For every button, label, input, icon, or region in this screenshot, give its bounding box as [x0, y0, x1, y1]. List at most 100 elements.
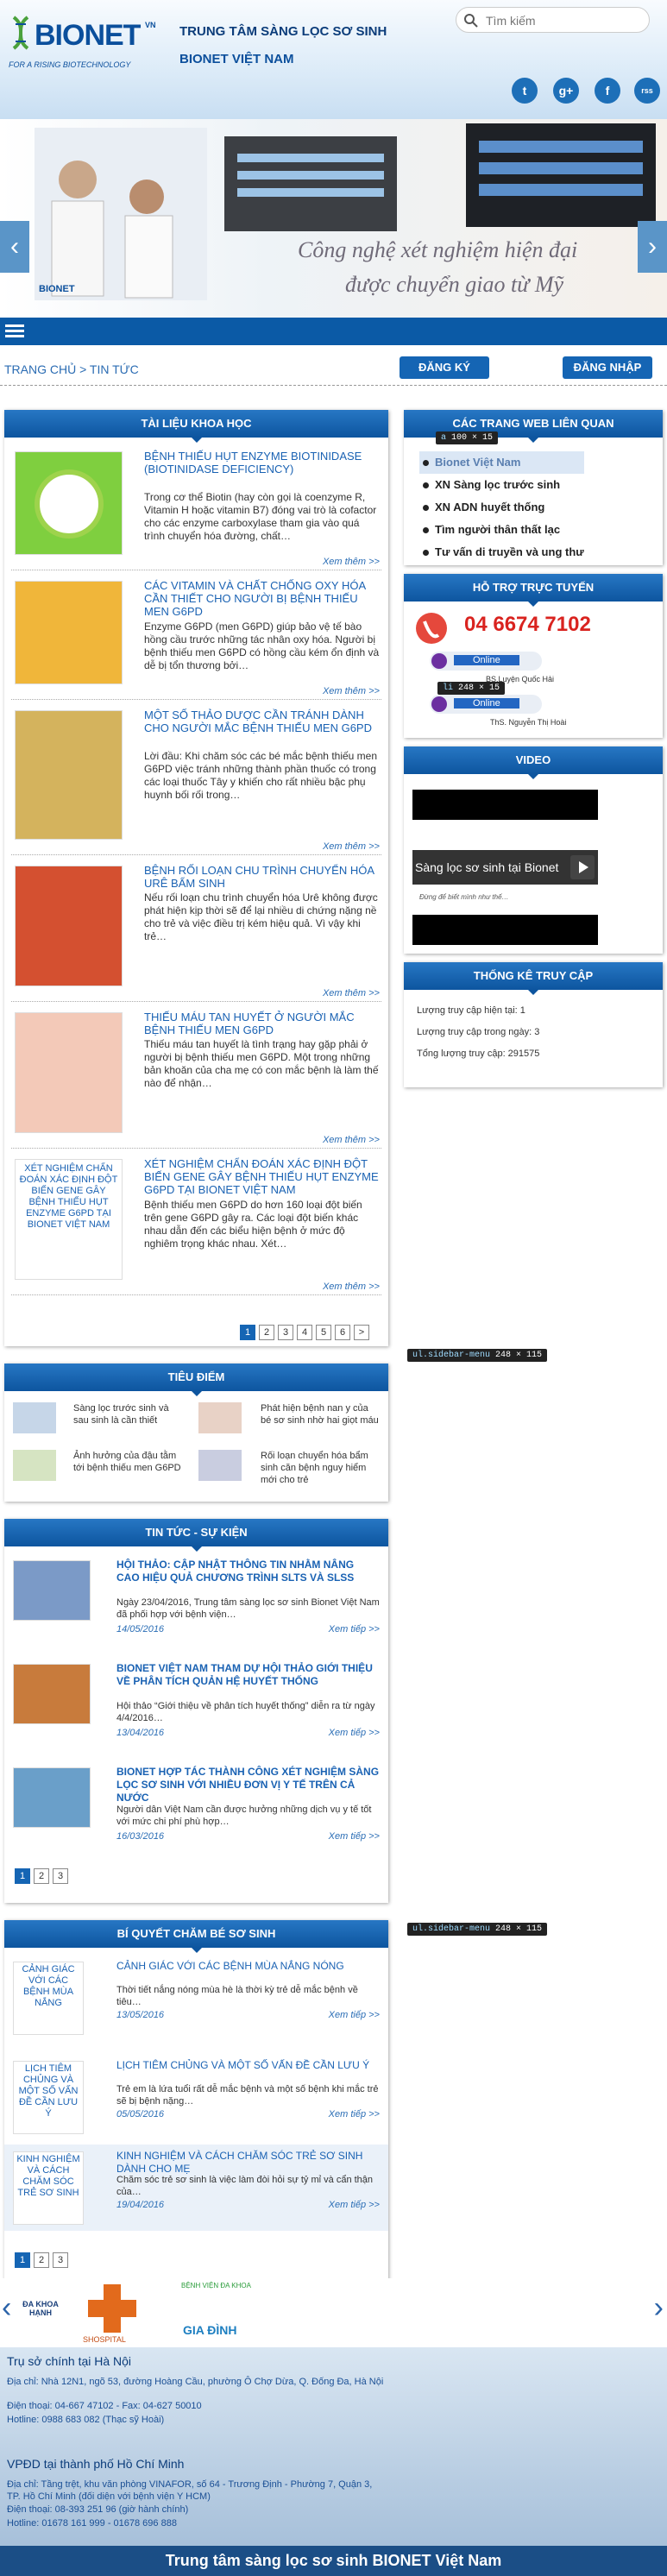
read-more-link[interactable]: Xem tiếp >>: [329, 1728, 380, 1738]
related-link[interactable]: XN Sàng lọc trước sinh: [419, 474, 584, 496]
article-title[interactable]: LỊCH TIÊM CHỦNG VÀ MỘT SỐ VẤN ĐỀ CẦN LƯU…: [116, 2059, 380, 2072]
phone-icon: [416, 613, 447, 644]
related-link[interactable]: Tư vấn di truyền và ung thư: [419, 541, 584, 564]
article-thumbnail[interactable]: CẢNH GIÁC VỚI CÁC BỆNH MÙA NẮNG: [13, 1962, 84, 2035]
article-thumbnail[interactable]: [15, 710, 123, 840]
page-button[interactable]: 1: [15, 1868, 30, 1884]
partners-carousel: ‹ ĐA KHOA HẠNH SHOSPITAL BỆNH VIỆN ĐA KH…: [0, 2278, 667, 2347]
video-player[interactable]: Sàng lọc sơ sinh tại Bionet Đừng để biết…: [412, 790, 598, 945]
read-more-link[interactable]: Xem tiếp >>: [329, 2010, 380, 2020]
page-button[interactable]: 1: [240, 1325, 255, 1340]
partner-cross-icon[interactable]: [86, 2283, 138, 2334]
article-title[interactable]: CÁC VITAMIN VÀ CHẤT CHỐNG OXY HÓA CẦN TH…: [144, 579, 380, 618]
banner-slogan-1: Công nghệ xét nghiệm hiện đại: [298, 237, 577, 262]
page-button[interactable]: 2: [259, 1325, 274, 1340]
article-title[interactable]: XÉT NGHIỆM CHẨN ĐOÁN XÁC ĐỊNH ĐỘT BIẾN G…: [144, 1157, 380, 1196]
page-button[interactable]: 5: [316, 1325, 331, 1340]
focus-thumb[interactable]: [13, 1402, 56, 1433]
online-badge[interactable]: Online: [430, 652, 542, 671]
online-status[interactable]: Online: [454, 698, 519, 709]
article-summary: Ngày 23/04/2016, Trung tâm sàng lọc sơ s…: [116, 1597, 380, 1620]
article-thumbnail[interactable]: [15, 1012, 123, 1133]
read-more-link[interactable]: Xem thêm >>: [323, 1282, 380, 1292]
focus-link[interactable]: Sàng lọc trước sinh và sau sinh là cần t…: [73, 1402, 186, 1427]
read-more-link[interactable]: Xem thêm >>: [323, 841, 380, 852]
article-thumbnail[interactable]: LỊCH TIÊM CHỦNG VÀ MỘT SỐ VẤN ĐỀ CẦN LƯU…: [13, 2061, 84, 2134]
online-badge[interactable]: Online: [430, 695, 542, 714]
focus-thumb[interactable]: [198, 1402, 242, 1433]
google-plus-icon[interactable]: g+: [553, 78, 579, 104]
article-summary: Người dân Việt Nam cần được hưởng những …: [116, 1804, 372, 1827]
search-box[interactable]: [456, 7, 650, 33]
breadcrumb[interactable]: TRANG CHỦ > TIN TỨC: [4, 362, 139, 376]
page-button[interactable]: 4: [297, 1325, 312, 1340]
read-more-link[interactable]: Xem thêm >>: [323, 1135, 380, 1145]
next-page-button[interactable]: >: [354, 1325, 369, 1340]
search-icon[interactable]: [463, 13, 479, 28]
article-title[interactable]: KINH NGHIỆM VÀ CÁCH CHĂM SÓC TRẺ SƠ SINH…: [116, 2150, 380, 2176]
related-link[interactable]: Tìm người thân thất lạc: [419, 519, 584, 541]
article-title[interactable]: BỆNH THIẾU HỤT ENZYME BIOTINIDASE (BIOTI…: [144, 450, 380, 476]
banner-next-button[interactable]: ›: [638, 221, 667, 273]
page-button[interactable]: 2: [34, 1868, 49, 1884]
read-more-link[interactable]: Xem tiếp >>: [329, 1624, 380, 1634]
focus-link[interactable]: Rối loạn chuyển hóa bẩm sinh căn bệnh ng…: [261, 1450, 381, 1486]
twitter-icon[interactable]: t: [512, 78, 538, 104]
focus-link[interactable]: Ảnh hưởng của đậu tằm tới bệnh thiếu men…: [73, 1450, 186, 1474]
article-thumbnail[interactable]: [13, 1560, 91, 1621]
read-more-link[interactable]: Xem tiếp >>: [329, 2200, 380, 2210]
video-caption: Đừng để biết mình như thế…: [419, 893, 509, 901]
focus-thumb[interactable]: [198, 1450, 242, 1481]
article-thumbnail[interactable]: [13, 1664, 91, 1724]
partner-name[interactable]: GIA ĐÌNH: [183, 2323, 236, 2337]
page-button[interactable]: 1: [15, 2252, 30, 2268]
page-button[interactable]: 2: [34, 2252, 49, 2268]
hotline-number[interactable]: 04 6674 7102: [464, 613, 591, 637]
online-status[interactable]: Online: [454, 655, 519, 665]
article-thumbnail[interactable]: [13, 1767, 91, 1828]
read-more-link[interactable]: Xem thêm >>: [323, 988, 380, 998]
article-title[interactable]: MỘT SỐ THẢO DƯỢC CẦN TRÁNH DÀNH CHO NGƯỜ…: [144, 709, 380, 734]
rss-icon[interactable]: rss: [634, 78, 660, 104]
search-input[interactable]: [486, 12, 641, 29]
partners-prev-button[interactable]: ‹: [2, 2291, 11, 2325]
read-more-link[interactable]: Xem thêm >>: [323, 686, 380, 696]
footer-hn-hotline: Hotline: 0988 683 082 (Thạc sỹ Hoài): [7, 2415, 165, 2425]
page-button[interactable]: 3: [53, 2252, 68, 2268]
article-thumbnail[interactable]: XÉT NGHIỆM CHẨN ĐOÁN XÁC ĐỊNH ĐỘT BIẾN G…: [15, 1159, 123, 1280]
article-thumbnail[interactable]: KINH NGHIỆM VÀ CÁCH CHĂM SÓC TRẺ SƠ SINH: [13, 2151, 84, 2225]
science-article: BỆNH RỐI LOẠN CHU TRÌNH CHUYỂN HÓA URÊ B…: [4, 859, 388, 1005]
devtools-tooltip: a 100 × 15: [436, 431, 499, 444]
facebook-icon[interactable]: f: [595, 78, 620, 104]
partner-logo[interactable]: ĐA KHOA HẠNH: [19, 2300, 62, 2317]
article-title[interactable]: BIONET HỢP TÁC THÀNH CÔNG XÉT NGHIỆM SÀN…: [116, 1766, 380, 1804]
focus-link[interactable]: Phát hiện bệnh nan y của bé sơ sinh nhờ …: [261, 1402, 381, 1427]
article-title[interactable]: CẢNH GIÁC VỚI CÁC BỆNH MÙA NẮNG NÓNG: [116, 1960, 380, 1973]
site-logo[interactable]: BIONET VN FOR A RISING BIOTECHNOLOGY: [9, 16, 168, 76]
related-link[interactable]: Bionet Việt Nam: [419, 451, 584, 474]
article-thumbnail[interactable]: [15, 581, 123, 684]
care-pagination: 1 2 3: [15, 2252, 68, 2268]
article-title[interactable]: BỆNH RỐI LOẠN CHU TRÌNH CHUYỂN HÓA URÊ B…: [144, 864, 380, 890]
logo-tagline: FOR A RISING BIOTECHNOLOGY: [9, 60, 131, 69]
focus-thumb[interactable]: [13, 1450, 56, 1481]
page-button[interactable]: 3: [53, 1868, 68, 1884]
read-more-link[interactable]: Xem thêm >>: [323, 557, 380, 567]
read-more-link[interactable]: Xem tiếp >>: [329, 1831, 380, 1842]
play-icon[interactable]: [570, 855, 595, 879]
related-link[interactable]: XN ADN huyết thống: [419, 496, 584, 519]
read-more-link[interactable]: Xem tiếp >>: [329, 2109, 380, 2119]
banner-prev-button[interactable]: ‹: [0, 221, 29, 273]
article-date: 19/04/2016: [116, 2200, 165, 2210]
page-button[interactable]: 6: [335, 1325, 350, 1340]
page-button[interactable]: 3: [278, 1325, 293, 1340]
article-title[interactable]: BIONET VIỆT NAM THAM DỰ HỘI THẢO GIỚI TH…: [116, 1662, 380, 1688]
login-button[interactable]: ĐĂNG NHẬP: [563, 356, 652, 379]
menu-icon[interactable]: [5, 323, 26, 340]
article-title[interactable]: HỘI THẢO: CẬP NHẬT THÔNG TIN NHẰM NÂNG C…: [116, 1559, 380, 1584]
register-button[interactable]: ĐĂNG KÝ: [400, 356, 489, 379]
article-thumbnail[interactable]: [15, 866, 123, 986]
partners-next-button[interactable]: ›: [654, 2291, 664, 2325]
article-title[interactable]: THIẾU MÁU TAN HUYẾT Ở NGƯỜI MẮC BỆNH THI…: [144, 1011, 380, 1036]
article-thumbnail[interactable]: [15, 451, 123, 555]
